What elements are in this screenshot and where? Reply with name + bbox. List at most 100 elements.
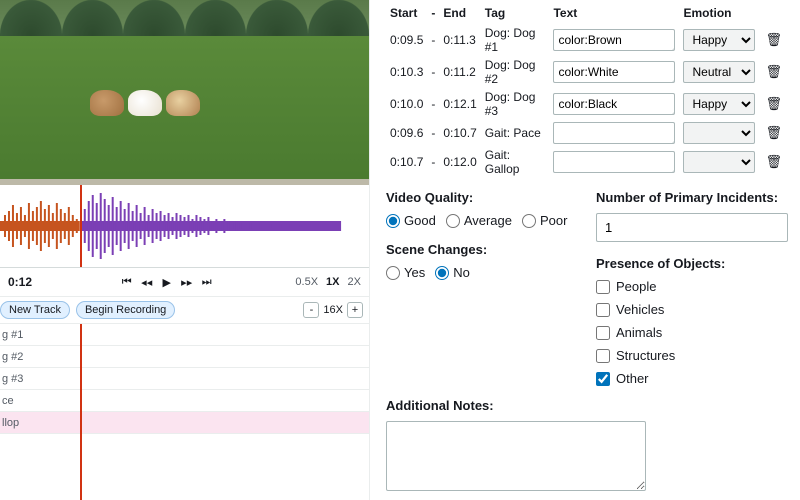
play-icon[interactable]: ▶	[159, 274, 175, 290]
track-row[interactable]: g #2	[0, 346, 369, 368]
col-text: Text	[549, 4, 679, 24]
track-row[interactable]: ce	[0, 390, 369, 412]
track-row[interactable]: llop	[0, 412, 369, 434]
checkbox-input[interactable]	[596, 303, 610, 317]
incidents-label: Number of Primary Incidents:	[596, 190, 788, 205]
cell-tag: Dog: Dog #2	[481, 56, 550, 88]
text-input[interactable]	[553, 122, 675, 144]
object-option[interactable]: Other	[596, 371, 788, 386]
cell-tag: Gait: Gallop	[481, 146, 550, 178]
annotation-table: Start - End Tag Text Emotion 0:09.5-0:11…	[386, 4, 788, 178]
cell-end: 0:11.2	[439, 56, 480, 88]
quality-option[interactable]: Average	[446, 213, 512, 228]
cell-tag: Dog: Dog #3	[481, 88, 550, 120]
trash-icon[interactable]: 🗑	[763, 154, 784, 169]
checkbox-input[interactable]	[596, 349, 610, 363]
col-start: Start	[386, 4, 427, 24]
step-back-icon[interactable]: ◂◂	[139, 274, 155, 290]
checkbox-input[interactable]	[596, 326, 610, 340]
incidents-input[interactable]	[596, 213, 788, 242]
cell-start: 0:10.0	[386, 88, 427, 120]
zoom-out-button[interactable]: -	[303, 302, 319, 318]
notes-label: Additional Notes:	[386, 398, 788, 413]
trash-icon[interactable]: 🗑	[763, 64, 784, 79]
speed-selector: 0.5X 1X 2X	[295, 276, 361, 288]
scene-changes-label: Scene Changes:	[386, 242, 578, 257]
cell-end: 0:12.1	[439, 88, 480, 120]
text-input[interactable]	[553, 29, 675, 51]
dog-mix	[166, 90, 200, 116]
emotion-select[interactable]: HappyNeutralSad	[683, 29, 755, 51]
begin-recording-button[interactable]: Begin Recording	[76, 301, 175, 319]
speed-2x[interactable]: 2X	[348, 276, 361, 288]
scene-changes-group: Yes No	[386, 265, 578, 280]
timeline-time: 0:12	[8, 275, 38, 289]
cell-end: 0:12.0	[439, 146, 480, 178]
table-row: 0:10.3-0:11.2Dog: Dog #2HappyNeutralSad🗑	[386, 56, 788, 88]
speed-0-5x[interactable]: 0.5X	[295, 276, 318, 288]
objects-label: Presence of Objects:	[596, 256, 788, 271]
dog-white	[128, 90, 162, 116]
text-input[interactable]	[553, 151, 675, 173]
emotion-select[interactable]: HappyNeutralSad	[683, 61, 755, 83]
radio-input[interactable]	[446, 214, 460, 228]
cell-tag: Dog: Dog #1	[481, 24, 550, 56]
skip-end-icon[interactable]: ⏭	[199, 274, 215, 290]
timeline-tracks: g #1 g #2 g #3 ce llop	[0, 324, 369, 500]
cell-end: 0:11.3	[439, 24, 480, 56]
checkbox-input[interactable]	[596, 372, 610, 386]
trash-icon[interactable]: 🗑	[763, 125, 784, 140]
radio-input[interactable]	[435, 266, 449, 280]
objects-group: People Vehicles Animals Structures Other	[596, 279, 788, 386]
col-dash: -	[427, 4, 439, 24]
emotion-select[interactable]: HappyNeutralSad	[683, 93, 755, 115]
scene-option[interactable]: No	[435, 265, 470, 280]
emotion-select[interactable]: HappyNeutralSad	[683, 151, 755, 173]
track-row[interactable]: g #3	[0, 368, 369, 390]
radio-input[interactable]	[386, 266, 400, 280]
cell-start: 0:10.7	[386, 146, 427, 178]
scene-option[interactable]: Yes	[386, 265, 425, 280]
object-option[interactable]: Structures	[596, 348, 788, 363]
video-quality-label: Video Quality:	[386, 190, 578, 205]
quality-option[interactable]: Good	[386, 213, 436, 228]
object-option[interactable]: People	[596, 279, 788, 294]
cell-start: 0:09.5	[386, 24, 427, 56]
notes-textarea[interactable]	[386, 421, 646, 491]
new-track-button[interactable]: New Track	[0, 301, 70, 319]
col-end: End	[439, 4, 480, 24]
step-forward-icon[interactable]: ▸▸	[179, 274, 195, 290]
table-row: 0:09.5-0:11.3Dog: Dog #1HappyNeutralSad🗑	[386, 24, 788, 56]
trash-icon[interactable]: 🗑	[763, 32, 784, 47]
checkbox-input[interactable]	[596, 280, 610, 294]
track-row[interactable]: g #1	[0, 324, 369, 346]
cell-tag: Gait: Pace	[481, 120, 550, 146]
trash-icon[interactable]: 🗑	[763, 96, 784, 111]
dog-brown	[90, 90, 124, 116]
audio-waveform[interactable]	[0, 185, 369, 267]
col-emotion: Emotion	[679, 4, 759, 24]
speed-1x[interactable]: 1X	[326, 276, 339, 288]
table-row: 0:10.7-0:12.0Gait: GallopHappyNeutralSad…	[386, 146, 788, 178]
col-tag: Tag	[481, 4, 550, 24]
object-option[interactable]: Vehicles	[596, 302, 788, 317]
cell-start: 0:10.3	[386, 56, 427, 88]
timeline-playhead[interactable]	[80, 324, 82, 500]
table-row: 0:10.0-0:12.1Dog: Dog #3HappyNeutralSad🗑	[386, 88, 788, 120]
video-quality-group: Good Average Poor	[386, 213, 578, 228]
text-input[interactable]	[553, 93, 675, 115]
radio-input[interactable]	[522, 214, 536, 228]
video-preview[interactable]	[0, 0, 369, 185]
waveform-playhead[interactable]	[80, 185, 82, 267]
object-option[interactable]: Animals	[596, 325, 788, 340]
zoom-in-button[interactable]: +	[347, 302, 363, 318]
zoom-level: 16X	[323, 304, 343, 316]
text-input[interactable]	[553, 61, 675, 83]
quality-option[interactable]: Poor	[522, 213, 567, 228]
radio-input[interactable]	[386, 214, 400, 228]
table-row: 0:09.6-0:10.7Gait: PaceHappyNeutralSad🗑	[386, 120, 788, 146]
emotion-select[interactable]: HappyNeutralSad	[683, 122, 755, 144]
skip-start-icon[interactable]: ⏮	[119, 274, 135, 290]
cell-end: 0:10.7	[439, 120, 480, 146]
cell-start: 0:09.6	[386, 120, 427, 146]
